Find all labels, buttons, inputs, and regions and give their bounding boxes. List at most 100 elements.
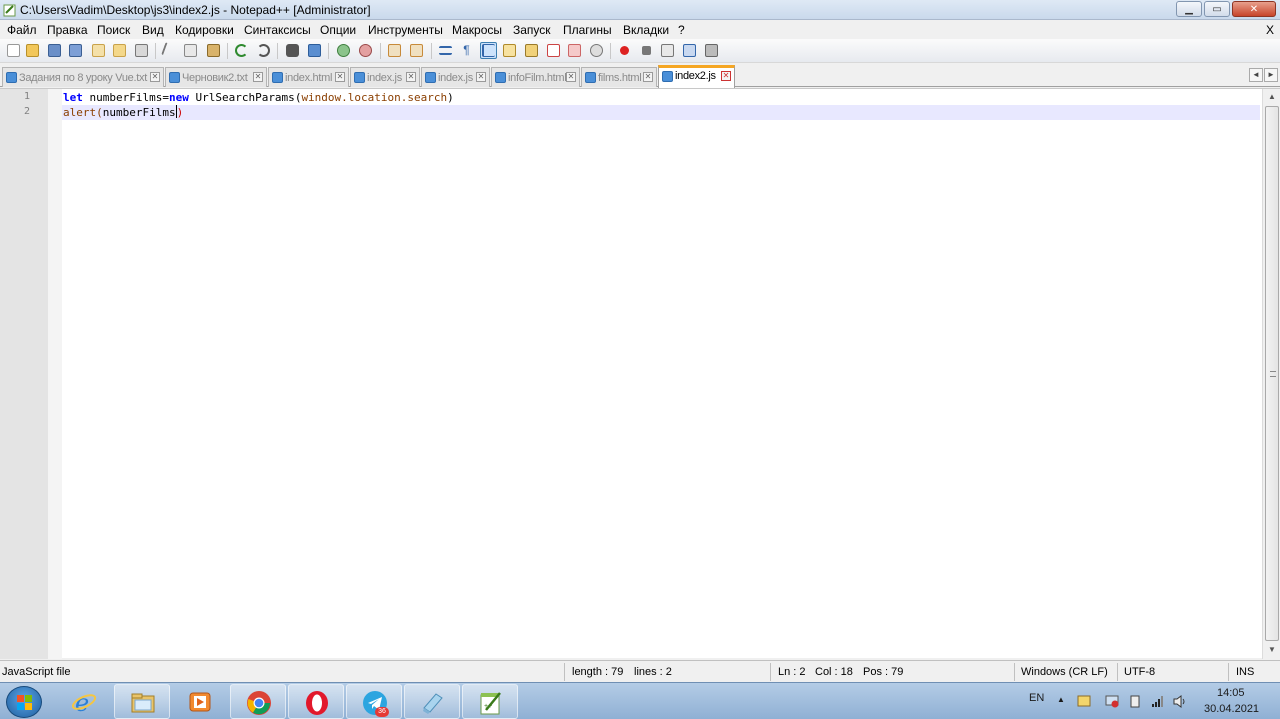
menu-tabs[interactable]: Вкладки	[623, 23, 669, 37]
copy-icon[interactable]	[182, 42, 199, 59]
tab-close-icon[interactable]: ✕	[335, 72, 345, 82]
taskbar-media-player[interactable]	[172, 684, 228, 719]
title-bar[interactable]: C:\Users\Vadim\Desktop\js3\index2.js - N…	[0, 0, 1280, 20]
word-wrap-icon[interactable]	[437, 42, 454, 59]
tab-close-icon[interactable]: ✕	[406, 72, 416, 82]
volume-icon[interactable]	[1173, 695, 1187, 708]
menu-search[interactable]: Поиск	[97, 23, 130, 37]
scroll-up-button[interactable]: ▲	[1264, 89, 1280, 105]
status-encoding[interactable]: UTF-8	[1124, 666, 1155, 678]
taskbar-notepad[interactable]	[404, 684, 460, 719]
monitoring-icon[interactable]	[588, 42, 605, 59]
maximize-button[interactable]: ▭	[1204, 1, 1230, 17]
user-lang-icon[interactable]	[501, 42, 518, 59]
zoom-in-icon[interactable]	[335, 42, 352, 59]
editor-area[interactable]: 1 2 let numberFilms=new UrlSearchParams (…	[0, 88, 1280, 659]
menu-plugins[interactable]: Плагины	[563, 23, 612, 37]
save-macro-icon[interactable]	[703, 42, 720, 59]
close-all-icon[interactable]	[111, 42, 128, 59]
undo-icon[interactable]	[233, 42, 250, 59]
menu-edit[interactable]: Правка	[47, 23, 88, 37]
taskbar-file-explorer[interactable]	[114, 684, 170, 719]
file-icon	[6, 72, 17, 83]
menu-help[interactable]: ?	[678, 23, 685, 37]
tab-infofilm-html[interactable]: infoFilm.html ✕	[491, 67, 580, 87]
start-button[interactable]	[6, 686, 42, 718]
stop-macro-icon[interactable]	[638, 42, 655, 59]
tab-scroll-right-button[interactable]: ►	[1264, 68, 1278, 82]
redo-icon[interactable]	[255, 42, 272, 59]
clock-date[interactable]: 30.04.2021	[1204, 703, 1259, 715]
run-macro-multiple-icon[interactable]	[681, 42, 698, 59]
tab-close-icon[interactable]: ✕	[476, 72, 486, 82]
status-insert-mode[interactable]: INS	[1236, 666, 1254, 678]
folder-workspace-icon[interactable]	[566, 42, 583, 59]
taskbar-opera[interactable]	[288, 684, 344, 719]
tab-scroll-left-button[interactable]: ◄	[1249, 68, 1263, 82]
taskbar-chrome[interactable]	[230, 684, 286, 719]
tab-zadaniya-vue[interactable]: Задания по 8 уроку Vue.txt ✕	[2, 67, 164, 87]
tab-index-js-2[interactable]: index.js ✕	[421, 67, 490, 87]
tab-close-icon[interactable]: ✕	[253, 72, 263, 82]
menu-options[interactable]: Опции	[320, 23, 356, 37]
code-line-2[interactable]: alert(numberFilms)	[62, 105, 1260, 120]
menu-encoding[interactable]: Кодировки	[175, 23, 234, 37]
minimize-button[interactable]: ▁	[1176, 1, 1202, 17]
menu-file[interactable]: Файл	[7, 23, 37, 37]
scroll-down-button[interactable]: ▼	[1264, 642, 1280, 658]
fold-margin[interactable]	[48, 89, 62, 659]
vertical-scrollbar[interactable]: ▲ ▼	[1262, 89, 1280, 659]
line-number: 2	[23, 106, 30, 117]
status-eol[interactable]: Windows (CR LF)	[1021, 666, 1108, 678]
show-all-chars-icon[interactable]: ¶	[458, 42, 475, 59]
signal-icon[interactable]	[1151, 695, 1165, 708]
clock-time[interactable]: 14:05	[1217, 687, 1245, 699]
code-view[interactable]: let numberFilms=new UrlSearchParams (wind…	[62, 89, 1260, 659]
tab-close-icon[interactable]: ✕	[721, 71, 731, 81]
power-icon[interactable]	[1128, 695, 1142, 708]
taskbar-notepadpp[interactable]: ++	[462, 684, 518, 719]
close-icon[interactable]	[90, 42, 107, 59]
menu-run[interactable]: Запуск	[513, 23, 551, 37]
indent-guide-icon[interactable]	[480, 42, 497, 59]
save-all-icon[interactable]	[67, 42, 84, 59]
network-disconnected-icon[interactable]	[1105, 695, 1119, 708]
code-line-1[interactable]: let numberFilms=new UrlSearchParams(wind…	[62, 90, 1260, 105]
tab-index-html[interactable]: index.html ✕	[268, 67, 349, 87]
tab-films-html[interactable]: films.html ✕	[581, 67, 657, 87]
document-close-button[interactable]: X	[1266, 23, 1274, 37]
doc-map-icon[interactable]	[523, 42, 540, 59]
play-macro-icon[interactable]	[659, 42, 676, 59]
replace-icon[interactable]	[306, 42, 323, 59]
tab-close-icon[interactable]: ✕	[150, 72, 160, 82]
menu-tools[interactable]: Инструменты	[368, 23, 443, 37]
find-icon[interactable]	[284, 42, 301, 59]
menu-macros[interactable]: Макросы	[452, 23, 502, 37]
paste-icon[interactable]	[205, 42, 222, 59]
menu-view[interactable]: Вид	[142, 23, 164, 37]
zoom-out-icon[interactable]	[357, 42, 374, 59]
function-list-icon[interactable]	[545, 42, 562, 59]
svg-text:e: e	[75, 689, 89, 715]
record-macro-icon[interactable]	[616, 42, 633, 59]
scroll-thumb[interactable]	[1265, 106, 1279, 641]
taskbar-telegram[interactable]: 36	[346, 684, 402, 719]
menu-syntax[interactable]: Синтаксисы	[244, 23, 311, 37]
show-hidden-icons-button[interactable]: ▲	[1057, 695, 1065, 704]
new-file-icon[interactable]	[5, 42, 22, 59]
tab-index2-js[interactable]: index2.js ✕	[658, 65, 735, 88]
tab-index-js-1[interactable]: index.js ✕	[350, 67, 420, 87]
language-indicator[interactable]: EN	[1029, 692, 1044, 704]
taskbar-internet-explorer[interactable]: e	[56, 684, 112, 719]
close-button[interactable]: ✕	[1232, 1, 1276, 17]
tab-chernovik2[interactable]: Черновик2.txt ✕	[165, 67, 267, 87]
sync-horizontal-icon[interactable]	[408, 42, 425, 59]
tab-close-icon[interactable]: ✕	[566, 72, 576, 82]
save-icon[interactable]	[46, 42, 63, 59]
cut-icon[interactable]	[161, 42, 178, 59]
print-icon[interactable]	[133, 42, 150, 59]
sync-vertical-icon[interactable]	[386, 42, 403, 59]
open-file-icon[interactable]	[24, 42, 41, 59]
action-center-icon[interactable]	[1077, 695, 1091, 708]
tab-close-icon[interactable]: ✕	[643, 72, 653, 82]
